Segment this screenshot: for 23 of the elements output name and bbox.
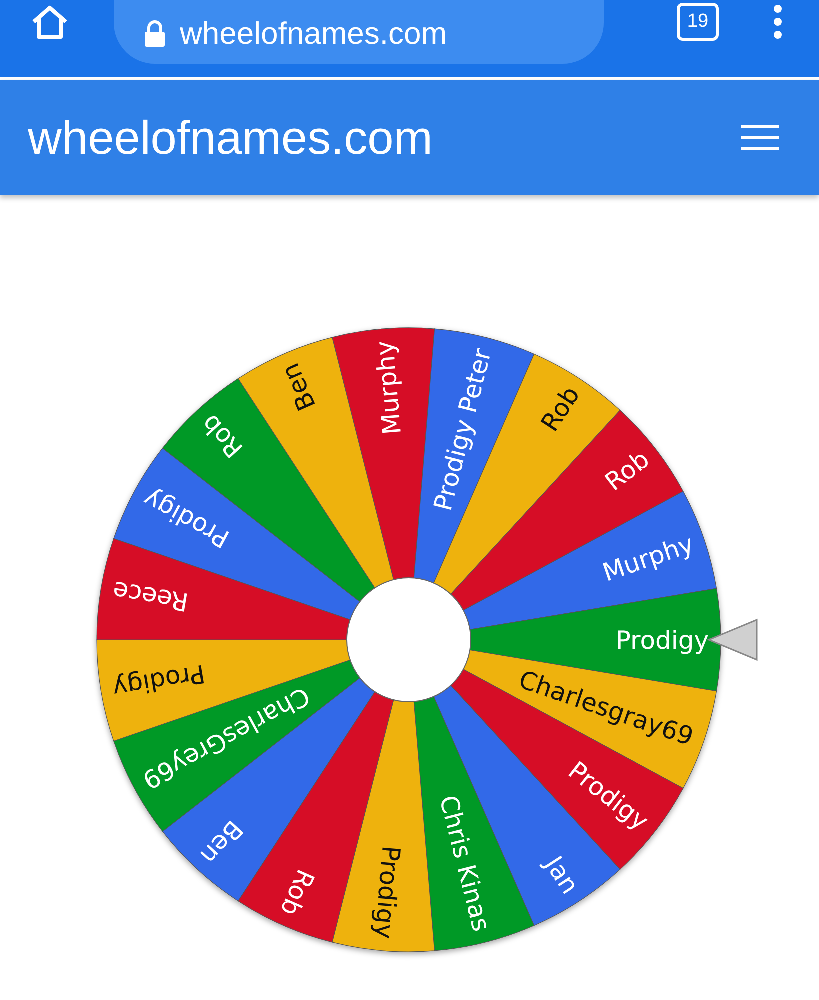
tab-count[interactable]: 19	[677, 2, 719, 40]
url-text: wheelofnames.com	[180, 16, 448, 52]
slice-label: Murphy	[370, 340, 407, 436]
lock-icon	[144, 20, 166, 48]
slice-label: Jan	[539, 851, 585, 900]
wheel-hub[interactable]	[346, 578, 472, 702]
slice-label: Prodigy	[369, 844, 406, 940]
slice-label: Murphy	[599, 529, 698, 588]
menu-icon[interactable]	[741, 124, 779, 150]
slice-label: Rob	[196, 409, 249, 464]
pointer-icon	[707, 618, 758, 662]
home-icon[interactable]	[30, 4, 70, 38]
address-bar[interactable]: wheelofnames.com	[114, 0, 604, 64]
slice-label: Prodigy Peter	[428, 346, 498, 514]
slice-label: Rob	[274, 865, 320, 920]
slice-label: Rob	[535, 381, 586, 437]
slice-label: Prodigy	[616, 626, 709, 655]
slice-label: Ben	[276, 359, 322, 416]
slice-label: Rob	[600, 444, 655, 497]
slice-label: Ben	[194, 814, 249, 870]
slice-label: Reece	[110, 576, 191, 617]
menu-icon[interactable]	[773, 4, 783, 38]
slice-label: Chris Kinas	[434, 792, 496, 934]
